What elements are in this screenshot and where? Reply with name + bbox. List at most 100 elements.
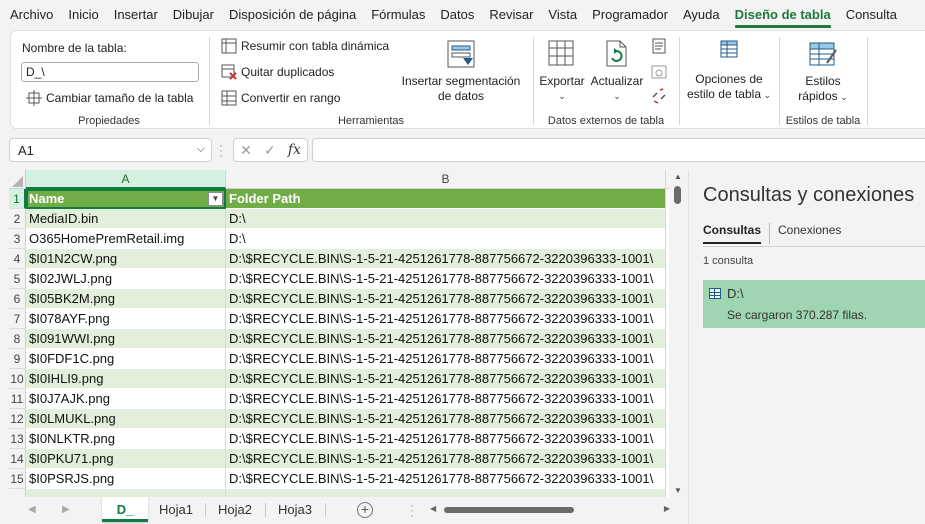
properties-icon[interactable] <box>651 38 667 54</box>
table-cell[interactable]: Name ▼ <box>26 189 226 209</box>
table-cell[interactable] <box>26 489 226 497</box>
scroll-right-icon[interactable]: ▶ <box>664 504 670 513</box>
quick-styles-button[interactable]: Estilos rápidos ⌄ <box>785 38 861 105</box>
table-cell[interactable]: D:\ <box>226 209 666 229</box>
row-header[interactable] <box>9 489 26 497</box>
table-cell[interactable]: D:\$RECYCLE.BIN\S-1-5-21-4251261778-8877… <box>226 249 666 269</box>
row-header[interactable]: 9 <box>9 349 26 369</box>
table-cell[interactable]: D:\$RECYCLE.BIN\S-1-5-21-4251261778-8877… <box>226 469 666 489</box>
sheet-tab-hoja2[interactable]: Hoja2 <box>208 497 262 522</box>
check-icon[interactable]: ✓ <box>264 142 276 159</box>
row-header[interactable]: 5 <box>9 269 26 289</box>
export-button[interactable]: Exportar ⌄ <box>537 38 587 104</box>
table-cell[interactable]: $I01N2CW.png <box>26 249 226 269</box>
table-cell[interactable]: D:\$RECYCLE.BIN\S-1-5-21-4251261778-8877… <box>226 429 666 449</box>
table-cell[interactable]: D:\$RECYCLE.BIN\S-1-5-21-4251261778-8877… <box>226 409 666 429</box>
open-browser-icon[interactable] <box>651 64 667 80</box>
row-header[interactable]: 1 <box>9 189 26 209</box>
insert-slicer-button[interactable]: Insertar segmentación de datos <box>399 38 523 104</box>
menu-disposicion[interactable]: Disposición de página <box>229 0 356 29</box>
horizontal-scrollbar[interactable]: ◀ ▶ <box>430 504 670 515</box>
table-cell[interactable]: D:\$RECYCLE.BIN\S-1-5-21-4251261778-8877… <box>226 449 666 469</box>
table-cell[interactable]: D:\$RECYCLE.BIN\S-1-5-21-4251261778-8877… <box>226 349 666 369</box>
table-cell[interactable]: D:\$RECYCLE.BIN\S-1-5-21-4251261778-8877… <box>226 289 666 309</box>
next-sheet-icon[interactable]: ▶ <box>62 504 70 515</box>
insert-function-icon[interactable]: fx <box>288 142 301 158</box>
row-header[interactable]: 10 <box>9 369 26 389</box>
query-item[interactable]: D:\ Se cargaron 370.287 filas. <box>703 280 925 328</box>
table-cell[interactable]: $I0J7AJK.png <box>26 389 226 409</box>
table-cell[interactable]: $I0LMUKL.png <box>26 409 226 429</box>
tab-consultas[interactable]: Consultas <box>703 223 762 244</box>
table-cell[interactable]: D:\$RECYCLE.BIN\S-1-5-21-4251261778-8877… <box>226 269 666 289</box>
table-cell[interactable]: $I0PKU71.png <box>26 449 226 469</box>
filter-dropdown-icon[interactable]: ▼ <box>208 192 223 206</box>
table-cell[interactable]: $I0FDF1C.png <box>26 349 226 369</box>
drag-handle-icon[interactable]: · · · <box>410 499 414 521</box>
row-header[interactable]: 7 <box>9 309 26 329</box>
menu-datos[interactable]: Datos <box>440 0 474 29</box>
refresh-button[interactable]: Actualizar ⌄ <box>589 38 645 104</box>
row-header[interactable]: 4 <box>9 249 26 269</box>
scroll-down-icon[interactable]: ▼ <box>674 486 682 495</box>
chevron-down-icon[interactable]: ⌵ <box>197 143 205 156</box>
row-header[interactable]: 14 <box>9 449 26 469</box>
menu-inicio[interactable]: Inicio <box>68 0 98 29</box>
row-header[interactable]: 2 <box>9 209 26 229</box>
table-cell[interactable]: D:\$RECYCLE.BIN\S-1-5-21-4251261778-8877… <box>226 369 666 389</box>
menu-revisar[interactable]: Revisar <box>489 0 533 29</box>
table-cell[interactable]: D:\$RECYCLE.BIN\S-1-5-21-4251261778-8877… <box>226 329 666 349</box>
sheet-tab-hoja1[interactable]: Hoja1 <box>150 497 202 522</box>
menu-formulas[interactable]: Fórmulas <box>371 0 425 29</box>
column-header-b[interactable]: B <box>226 170 666 189</box>
scroll-thumb[interactable] <box>444 507 574 513</box>
table-cell[interactable]: $I078AYF.png <box>26 309 226 329</box>
table-cell[interactable]: D:\$RECYCLE.BIN\S-1-5-21-4251261778-8877… <box>226 389 666 409</box>
spreadsheet-grid[interactable]: A B 1 Name ▼ Folder Path 2 MediaID.bin D:… <box>9 170 669 497</box>
menu-insertar[interactable]: Insertar <box>114 0 158 29</box>
prev-sheet-icon[interactable]: ◀ <box>28 504 36 515</box>
row-header[interactable]: 11 <box>9 389 26 409</box>
pivot-summary-button[interactable]: Resumir con tabla dinámica <box>221 38 389 54</box>
row-header[interactable]: 6 <box>9 289 26 309</box>
formula-input[interactable] <box>312 138 925 162</box>
menu-archivo[interactable]: Archivo <box>10 0 53 29</box>
table-cell[interactable]: $I0PSRJS.png <box>26 469 226 489</box>
select-all-corner[interactable] <box>9 170 26 189</box>
drag-handle-icon[interactable]: · · · <box>219 139 223 161</box>
scroll-thumb[interactable] <box>674 186 681 204</box>
table-name-input[interactable]: D_\ <box>21 62 199 82</box>
table-cell[interactable]: MediaID.bin <box>26 209 226 229</box>
menu-consulta[interactable]: Consulta <box>846 0 897 29</box>
table-cell[interactable]: $I0IHLI9.png <box>26 369 226 389</box>
table-cell[interactable]: $I0NLKTR.png <box>26 429 226 449</box>
row-header[interactable]: 3 <box>9 229 26 249</box>
table-cell[interactable]: $I02JWLJ.png <box>26 269 226 289</box>
remove-duplicates-button[interactable]: Quitar duplicados <box>221 64 334 80</box>
table-cell[interactable]: D:\ <box>226 229 666 249</box>
menu-programador[interactable]: Programador <box>592 0 668 29</box>
menu-ayuda[interactable]: Ayuda <box>683 0 720 29</box>
sheet-tab-hoja3[interactable]: Hoja3 <box>268 497 322 522</box>
row-header[interactable]: 15 <box>9 469 26 489</box>
table-style-options-button[interactable]: Opciones de estilo de tabla ⌄ <box>683 40 775 103</box>
scroll-up-icon[interactable]: ▲ <box>674 172 682 181</box>
sheet-tab-d[interactable]: D_ <box>102 497 148 522</box>
table-cell[interactable]: Folder Path <box>226 189 666 209</box>
resize-table-button[interactable]: Cambiar tamaño de la tabla <box>26 90 193 106</box>
table-cell[interactable]: $I091WWI.png <box>26 329 226 349</box>
row-header[interactable]: 13 <box>9 429 26 449</box>
menu-dibujar[interactable]: Dibujar <box>173 0 214 29</box>
tab-conexiones[interactable]: Conexiones <box>769 223 849 244</box>
table-cell[interactable]: D:\$RECYCLE.BIN\S-1-5-21-4251261778-8877… <box>226 309 666 329</box>
unlink-icon[interactable] <box>651 88 667 104</box>
row-header[interactable]: 8 <box>9 329 26 349</box>
name-box[interactable]: A1 ⌵ <box>9 138 212 162</box>
row-header[interactable]: 12 <box>9 409 26 429</box>
menu-vista[interactable]: Vista <box>548 0 577 29</box>
add-sheet-icon[interactable]: + <box>357 502 373 518</box>
menu-diseno-tabla[interactable]: Diseño de tabla <box>734 0 831 29</box>
column-header-c[interactable] <box>666 170 669 189</box>
table-cell[interactable]: O365HomePremRetail.img <box>26 229 226 249</box>
table-cell[interactable]: $I05BK2M.png <box>26 289 226 309</box>
